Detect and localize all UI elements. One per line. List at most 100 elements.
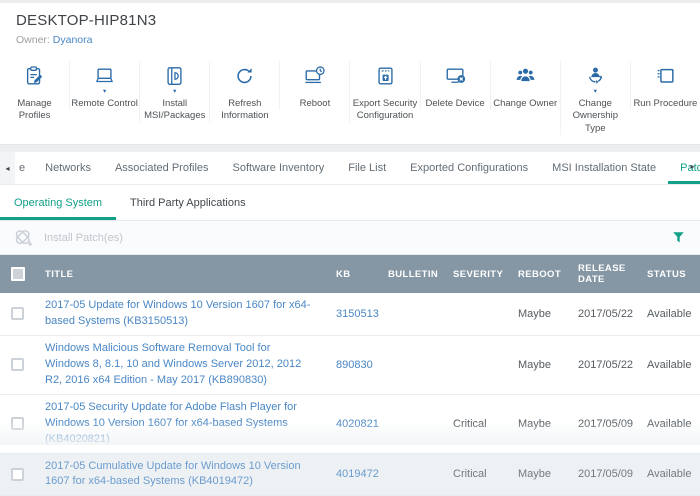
header-checkbox-cell (0, 267, 36, 282)
row-checkbox[interactable] (11, 467, 24, 481)
patch-icon (14, 227, 36, 249)
device-header: DESKTOP-HIP81N3 Owner: Dyanora (0, 3, 700, 53)
release-date-cell: 2017/05/09 (578, 468, 634, 481)
tab-networks[interactable]: Networks (33, 152, 103, 184)
toolbar-button-label: Run Procedure (633, 98, 698, 109)
delete-device-icon (444, 64, 467, 88)
caret-down-icon: ▾ (103, 88, 107, 95)
reboot-cell: Maybe (518, 468, 552, 481)
install-patches-label: Install Patch(es) (44, 231, 123, 244)
row-checkbox[interactable] (11, 307, 24, 321)
toolbar-button-label: Change Owner (493, 98, 558, 109)
column-bulletin[interactable]: BULLETIN (382, 269, 447, 280)
severity-cell: Critical (453, 468, 487, 481)
tab-msi-installation-state[interactable]: MSI Installation State (540, 152, 668, 184)
reboot-icon (303, 64, 326, 88)
toolbar-button-label: Change Ownership Type (572, 98, 618, 134)
device-tabs: ◂ e Networks Associated Profiles Softwar… (0, 152, 700, 186)
change-owner-button[interactable]: Change Owner (489, 61, 560, 111)
change-ownership-type-button[interactable]: ▾ Change Ownership Type (559, 61, 630, 136)
tabs-scroll-left-icon[interactable]: ◂ (0, 152, 15, 185)
select-all-checkbox[interactable] (11, 267, 25, 282)
manage-profiles-icon (23, 64, 46, 88)
tab-file-list[interactable]: File List (336, 152, 398, 184)
toolbar-button-label: Manage Profiles (17, 98, 52, 122)
refresh-icon (233, 64, 256, 88)
manage-profiles-button[interactable]: Manage Profiles (0, 61, 69, 123)
refresh-information-button[interactable]: Refresh Information (209, 61, 279, 123)
toolbar-button-label: Reboot (299, 98, 331, 109)
status-cell: Available (647, 417, 692, 430)
column-title[interactable]: TITLE (36, 269, 330, 280)
kb-link[interactable]: 4020821 (336, 418, 379, 430)
toolbar-button-label: Delete Device (425, 98, 485, 109)
caret-down-icon: ▾ (593, 88, 597, 95)
column-reboot[interactable]: REBOOT (512, 269, 572, 280)
severity-cell: Critical (453, 417, 487, 430)
funnel-icon (671, 230, 686, 245)
export-security-configuration-button[interactable]: Export Security Configuration (349, 61, 419, 123)
release-date-cell: 2017/05/22 (578, 307, 634, 320)
row-checkbox-cell (0, 358, 36, 372)
tab-exported-configurations[interactable]: Exported Configurations (398, 152, 540, 184)
page-title: DESKTOP-HIP81N3 (16, 12, 157, 29)
subtab-operating-system[interactable]: Operating System (0, 185, 116, 220)
status-cell: Available (647, 358, 692, 371)
reboot-cell: Maybe (518, 307, 552, 320)
status-cell: Available (647, 468, 692, 481)
remote-control-button[interactable]: ▾ Remote Control (69, 61, 139, 111)
device-toolbar: Manage Profiles ▾ Remote Control ▾ Insta… (0, 53, 700, 144)
patch-title-link[interactable]: 2017-05 Update for Windows 10 Version 16… (45, 299, 310, 327)
reboot-cell: Maybe (518, 417, 552, 430)
release-date-cell: 2017/05/22 (578, 358, 634, 371)
tab-associated-profiles[interactable]: Associated Profiles (103, 152, 221, 184)
separator (0, 144, 700, 153)
toolbar-button-label: Export Security Configuration (352, 98, 418, 122)
run-procedure-icon (654, 64, 677, 88)
tab-partial[interactable]: e (15, 152, 33, 184)
change-owner-icon (514, 64, 537, 88)
filter-button[interactable] (671, 230, 686, 245)
install-msi-icon (163, 64, 186, 88)
patch-table-header: TITLE KB BULLETIN SEVERITY REBOOT RELEAS… (0, 255, 700, 294)
row-checkbox-cell (0, 467, 36, 481)
subtab-third-party-applications[interactable]: Third Party Applications (116, 185, 260, 220)
column-kb[interactable]: KB (330, 269, 382, 280)
owner-link[interactable]: Dyanora (53, 34, 93, 46)
kb-link[interactable]: 890830 (336, 359, 373, 371)
change-ownership-icon (584, 64, 607, 88)
kb-link[interactable]: 4019472 (336, 468, 379, 480)
column-release-date[interactable]: RELEASE DATE (572, 263, 641, 285)
remote-control-icon (93, 64, 116, 88)
row-checkbox[interactable] (11, 358, 24, 372)
row-checkbox[interactable] (11, 417, 24, 431)
column-severity[interactable]: SEVERITY (447, 269, 512, 280)
patch-title-link[interactable]: Windows Malicious Software Removal Tool … (45, 342, 301, 386)
install-patches-button[interactable]: Install Patch(es) (14, 227, 123, 249)
owner-label: Owner: (16, 34, 50, 46)
toolbar-button-label: Refresh Information (221, 98, 269, 122)
status-cell: Available (647, 307, 692, 320)
patch-subtabs: Operating System Third Party Application… (0, 185, 700, 222)
caret-down-icon: ▾ (173, 88, 177, 95)
column-status[interactable]: STATUS (641, 269, 700, 280)
release-date-cell: 2017/05/09 (578, 417, 634, 430)
table-row[interactable]: Windows Malicious Software Removal Tool … (0, 335, 700, 395)
row-checkbox-cell (0, 307, 36, 321)
install-msi-button[interactable]: ▾ Install MSI/Packages (139, 61, 209, 123)
run-procedure-button[interactable]: Run Procedure (629, 61, 700, 111)
reboot-cell: Maybe (518, 358, 552, 371)
table-row[interactable]: 2017-05 Update for Windows 10 Version 16… (0, 293, 700, 336)
delete-device-button[interactable]: Delete Device (419, 61, 490, 111)
patch-title-link[interactable]: 2017-05 Cumulative Update for Windows 10… (45, 460, 301, 488)
tabs-scroll-right-icon[interactable]: ▸ (686, 152, 699, 181)
reboot-button[interactable]: Reboot (279, 61, 349, 111)
owner-line: Owner: Dyanora (16, 34, 684, 46)
toolbar-button-label: Install MSI/Packages (144, 98, 206, 122)
patch-action-bar: Install Patch(es) (0, 221, 700, 256)
patch-title-link[interactable]: 2017-05 Security Update for Adobe Flash … (45, 401, 297, 445)
tab-software-inventory[interactable]: Software Inventory (221, 152, 337, 184)
kb-link[interactable]: 3150513 (336, 308, 379, 320)
export-security-icon (374, 64, 397, 88)
table-row[interactable]: 2017-05 Cumulative Update for Windows 10… (0, 453, 700, 496)
